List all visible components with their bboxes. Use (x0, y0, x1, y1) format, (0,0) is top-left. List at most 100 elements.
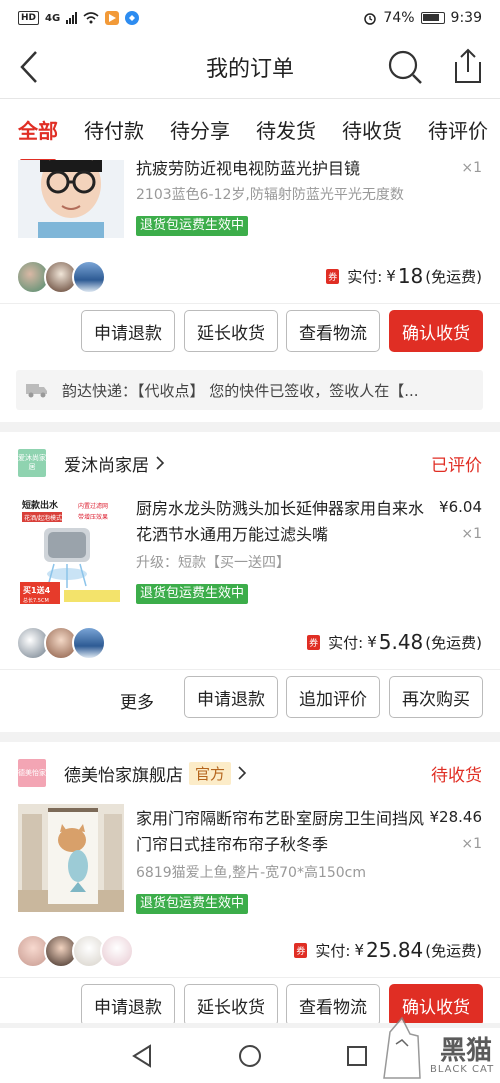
avatar-group (16, 260, 106, 294)
more-link[interactable]: 更多 (120, 688, 154, 713)
order-card: 爱沐尚家居 爱沐尚家居 已评价 短款出水 花洒/起泡模式 内置过滤网 带增压效果 (0, 432, 500, 732)
coupon-icon: 券 (326, 268, 340, 284)
product-thumbnail: 短款出水 花洒/起泡模式 内置过滤网 带增压效果 买1送4 总长7.5CM (18, 494, 124, 606)
thumb-label: 内置过滤网 (78, 502, 108, 510)
product-row[interactable]: 短款出水 花洒/起泡模式 内置过滤网 带增压效果 买1送4 总长7.5CM 厨房… (0, 494, 500, 614)
shop-row[interactable]: 爱沐尚家居 爱沐尚家居 已评价 (0, 432, 500, 494)
paid-amount: 25.84 (366, 938, 424, 962)
status-right: 74% 9:39 (363, 10, 482, 26)
refund-button[interactable]: 申请退款 (81, 984, 175, 1023)
extend-receipt-button[interactable]: 延长收货 (184, 310, 278, 352)
track-shipment-button[interactable]: 查看物流 (286, 310, 380, 352)
payment-row: 券 实付: ¥ 5.48 (免运费) (0, 614, 500, 670)
logistics-text: 韵达快递：【代收点】 您的快件已签收，签收人在【... (62, 381, 419, 400)
product-qty: ×1 (461, 526, 482, 542)
tab-pending-share[interactable]: 待分享 (170, 115, 230, 144)
action-row: 更多 申请退款 追加评价 再次购买 (0, 670, 500, 728)
product-title: 家用门帘隔断帘布艺卧室厨房卫生间挡风门帘日式挂帘布帘子秋冬季 (136, 809, 425, 854)
chevron-right-icon (238, 766, 247, 780)
status-bar: HD 4G 74% 9:39 (0, 0, 500, 36)
product-qty: ×1 (461, 836, 482, 852)
watermark-subtext: BLACK CAT (430, 1064, 495, 1075)
paid-label: 实付: (347, 267, 383, 286)
app-notification-icon (105, 11, 120, 25)
product-thumbnail (18, 804, 124, 912)
product-qty: ×1 (461, 160, 482, 176)
order-status: 已评价 (431, 455, 482, 476)
shipping-note: (免运费) (425, 941, 482, 960)
product-spec: 6819猫爱上鱼,整片-宽70*高150cm (136, 865, 367, 881)
shipping-note: (免运费) (425, 633, 482, 652)
payment-row: 券 实付: ¥ 25.84 (免运费) (0, 926, 500, 978)
product-spec: 2103蓝色6-12岁,防辐射防蓝光平光无度数 (136, 187, 404, 203)
tab-pending-payment[interactable]: 待付款 (84, 115, 144, 144)
tab-all[interactable]: 全部 (18, 115, 58, 160)
paid-label: 实付: (315, 941, 351, 960)
battery-icon (420, 12, 445, 24)
thumb-label: 总长7.5CM (23, 597, 49, 604)
extend-receipt-button[interactable]: 延长收货 (184, 984, 278, 1023)
return-shipping-badge: 退货包运费生效中 (136, 584, 249, 604)
currency: ¥ (367, 633, 377, 651)
order-card: 德美怡家 德美怡家旗舰店 官方 待收货 家用门帘隔断帘布艺卧室厨房卫生间挡风门帘… (0, 742, 500, 1023)
tab-pending-shipment[interactable]: 待发货 (256, 115, 316, 144)
official-badge: 官方 (189, 761, 232, 785)
signal-icon (66, 12, 78, 24)
paid-amount: 18 (397, 264, 424, 288)
shop-row[interactable]: 德美怡家 德美怡家旗舰店 官方 待收货 (0, 742, 500, 804)
nav-back-icon[interactable] (131, 1044, 153, 1068)
product-thumbnail (18, 160, 124, 238)
avatar (72, 626, 106, 660)
thumb-label: 短款出水 (22, 499, 59, 511)
avatar-group (16, 934, 134, 968)
logistics-info[interactable]: 韵达快递：【代收点】 您的快件已签收，签收人在【... (16, 370, 483, 410)
currency: ¥ (354, 941, 365, 959)
chevron-right-icon (156, 456, 165, 470)
wifi-icon (83, 12, 99, 24)
thumb-label: 买1送4 (23, 585, 51, 595)
door-curtain-image (18, 804, 124, 912)
shop-logo: 爱沐尚家居 (18, 449, 46, 477)
faucet-image: 短款出水 花洒/起泡模式 内置过滤网 带增压效果 买1送4 总长7.5CM (18, 494, 124, 606)
coupon-icon: 券 (307, 634, 321, 650)
tab-pending-receipt[interactable]: 待收货 (342, 115, 402, 144)
shop-name: 德美怡家旗舰店 (64, 765, 183, 786)
status-left: HD 4G (18, 11, 140, 25)
avatar-group (16, 626, 106, 660)
refund-button[interactable]: 申请退款 (81, 310, 175, 352)
product-price: ¥28.46 (429, 808, 483, 826)
payment-info: 券 实付: ¥ 25.84 (免运费) (294, 938, 482, 962)
shop-logo: 德美怡家 (18, 759, 46, 787)
back-arrow-icon[interactable] (14, 48, 50, 86)
search-icon[interactable] (386, 48, 424, 86)
nav-home-icon[interactable] (238, 1044, 262, 1068)
battery-percent: 74% (383, 10, 415, 26)
watermark-text: 黑猫 (440, 1036, 493, 1066)
product-price: ¥6.04 (439, 498, 482, 516)
action-row: 申请退款 延长收货 查看物流 确认收货 (0, 304, 500, 366)
product-row[interactable]: 抗疲劳防近视电视防蓝光护目镜 ×1 2103蓝色6-12岁,防辐射防蓝光平光无度… (0, 160, 500, 248)
buy-again-button[interactable]: 再次购买 (389, 676, 483, 718)
confirm-receipt-button[interactable]: 确认收货 (389, 310, 483, 352)
refund-button[interactable]: 申请退款 (184, 676, 278, 718)
add-review-button[interactable]: 追加评价 (286, 676, 380, 718)
truck-icon (26, 384, 47, 398)
kid-glasses-image (18, 160, 124, 238)
payment-info: 券 实付: ¥ 18 (免运费) (326, 264, 482, 288)
order-list: 抗疲劳防近视电视防蓝光护目镜 ×1 2103蓝色6-12岁,防辐射防蓝光平光无度… (0, 160, 500, 1023)
track-shipment-button[interactable]: 查看物流 (286, 984, 380, 1023)
shipping-note: (免运费) (425, 267, 482, 286)
tab-pending-review[interactable]: 待评价 (428, 115, 488, 144)
product-title: 抗疲劳防近视电视防蓝光护目镜 (136, 160, 361, 178)
nav-recent-apps-icon[interactable] (346, 1045, 368, 1067)
network-indicator: HD (18, 11, 40, 25)
share-icon[interactable] (450, 46, 486, 86)
order-card: 抗疲劳防近视电视防蓝光护目镜 ×1 2103蓝色6-12岁,防辐射防蓝光平光无度… (0, 160, 500, 422)
product-row[interactable]: 家用门帘隔断帘布艺卧室厨房卫生间挡风门帘日式挂帘布帘子秋冬季 ¥28.46 ×1… (0, 804, 500, 926)
alarm-icon (364, 13, 377, 25)
currency: ¥ (386, 267, 396, 285)
thumb-label: 花洒/起泡模式 (24, 514, 62, 522)
title-bar: 我的订单 (0, 36, 500, 98)
avatar (72, 260, 106, 294)
return-shipping-badge: 退货包运费生效中 (136, 894, 249, 914)
